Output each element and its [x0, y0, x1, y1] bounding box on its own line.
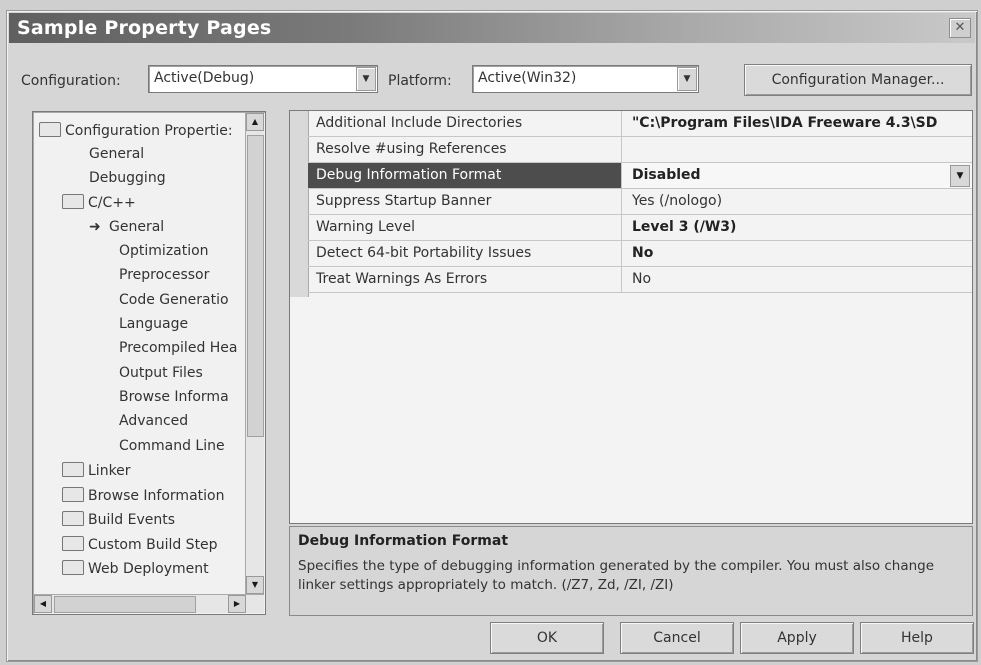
property-value[interactable]: Disabled: [622, 163, 972, 188]
property-value[interactable]: [622, 137, 972, 162]
tree-item-cpp-general[interactable]: ➜ General: [89, 219, 164, 235]
configuration-label: Configuration:: [21, 73, 121, 89]
tree-item-linker[interactable]: Linker: [62, 462, 131, 479]
property-grid: Additional Include Directories "C:\Progr…: [289, 110, 973, 524]
folder-open-icon: [39, 122, 61, 137]
tree-item-custom-build-step[interactable]: Custom Build Step: [62, 536, 218, 553]
tree-item-optimization[interactable]: Optimization: [119, 243, 209, 259]
chevron-down-icon[interactable]: ▼: [356, 67, 376, 91]
tree-item-web-deployment[interactable]: Web Deployment: [62, 560, 209, 577]
property-name: Resolve #using References: [308, 137, 622, 162]
tree-item-debugging[interactable]: Debugging: [89, 170, 166, 186]
property-value[interactable]: "C:\Program Files\IDA Freeware 4.3\SD: [622, 111, 972, 136]
tree-item-general[interactable]: General: [89, 146, 144, 162]
tree-item-code-generation[interactable]: Code Generatio: [119, 292, 229, 308]
property-name: Treat Warnings As Errors: [308, 267, 622, 292]
scroll-up-icon[interactable]: ▲: [246, 113, 264, 131]
title-bar: Sample Property Pages ✕: [9, 13, 975, 43]
help-button[interactable]: Help: [860, 622, 974, 654]
cancel-button[interactable]: Cancel: [620, 622, 734, 654]
property-tree: Configuration Propertie: General Debuggi…: [32, 111, 266, 615]
tree-vertical-scrollbar[interactable]: ▲ ▼: [245, 113, 264, 594]
folder-icon: [62, 487, 84, 502]
scroll-down-icon[interactable]: ▼: [246, 576, 264, 594]
property-row[interactable]: Detect 64-bit Portability Issues No: [308, 241, 972, 267]
property-value[interactable]: No: [622, 241, 972, 266]
folder-open-icon: [62, 194, 84, 209]
configuration-manager-button[interactable]: Configuration Manager...: [744, 64, 972, 96]
chevron-down-icon[interactable]: ▼: [677, 67, 697, 91]
tree-item-advanced[interactable]: Advanced: [119, 413, 188, 429]
scroll-left-icon[interactable]: ◀: [34, 595, 52, 613]
tree-item-precompiled-headers[interactable]: Precompiled Hea: [119, 340, 238, 356]
description-text: Specifies the type of debugging informat…: [298, 558, 935, 593]
close-icon: ✕: [954, 20, 966, 35]
tree-item-browse-information-root[interactable]: Browse Information: [62, 487, 224, 504]
property-name: Warning Level: [308, 215, 622, 240]
property-row[interactable]: Resolve #using References: [308, 137, 972, 163]
property-pages-dialog: Sample Property Pages ✕ Configuration: A…: [6, 10, 978, 662]
tree-item-preprocessor[interactable]: Preprocessor: [119, 267, 209, 283]
scroll-right-icon[interactable]: ▶: [228, 595, 246, 613]
property-value[interactable]: No: [622, 267, 972, 292]
property-name: Additional Include Directories: [308, 111, 622, 136]
folder-icon: [62, 536, 84, 551]
tree-item-language[interactable]: Language: [119, 316, 188, 332]
description-panel: Debug Information Format Specifies the t…: [289, 526, 973, 616]
property-row[interactable]: Additional Include Directories "C:\Progr…: [308, 111, 972, 137]
property-value[interactable]: Yes (/nologo): [622, 189, 972, 214]
configuration-select[interactable]: Active(Debug) ▼: [148, 65, 378, 93]
property-name: Suppress Startup Banner: [308, 189, 622, 214]
folder-icon: [62, 511, 84, 526]
property-value[interactable]: Level 3 (/W3): [622, 215, 972, 240]
folder-icon: [62, 462, 84, 477]
configuration-value: Active(Debug): [154, 70, 255, 86]
description-title: Debug Information Format: [298, 533, 509, 549]
property-row[interactable]: Warning Level Level 3 (/W3): [308, 215, 972, 241]
property-name: Debug Information Format: [308, 163, 622, 188]
property-row[interactable]: Suppress Startup Banner Yes (/nologo): [308, 189, 972, 215]
tree-item-configuration-properties[interactable]: Configuration Propertie:: [39, 122, 233, 139]
ok-button[interactable]: OK: [490, 622, 604, 654]
property-row-selected[interactable]: Debug Information Format Disabled ▼: [308, 163, 972, 189]
tree-item-output-files[interactable]: Output Files: [119, 365, 203, 381]
platform-select[interactable]: Active(Win32) ▼: [472, 65, 699, 93]
grid-gutter: [290, 111, 309, 297]
window-title: Sample Property Pages: [17, 17, 272, 39]
tree-item-build-events[interactable]: Build Events: [62, 511, 175, 528]
chevron-down-icon[interactable]: ▼: [950, 165, 970, 187]
apply-button[interactable]: Apply: [740, 622, 854, 654]
pointer-icon: ➜: [89, 219, 101, 235]
tree-item-cpp[interactable]: C/C++: [62, 194, 136, 211]
platform-label: Platform:: [388, 73, 452, 89]
platform-value: Active(Win32): [478, 70, 577, 86]
tree-item-browse-information[interactable]: Browse Informa: [119, 389, 229, 405]
tree-horizontal-scrollbar[interactable]: ◀ ▶: [34, 594, 264, 613]
property-row[interactable]: Treat Warnings As Errors No: [308, 267, 972, 293]
close-button[interactable]: ✕: [949, 18, 971, 38]
scroll-thumb[interactable]: [247, 135, 264, 437]
folder-icon: [62, 560, 84, 575]
tree-item-command-line[interactable]: Command Line: [119, 438, 225, 454]
scroll-thumb[interactable]: [54, 596, 196, 613]
property-name: Detect 64-bit Portability Issues: [308, 241, 622, 266]
